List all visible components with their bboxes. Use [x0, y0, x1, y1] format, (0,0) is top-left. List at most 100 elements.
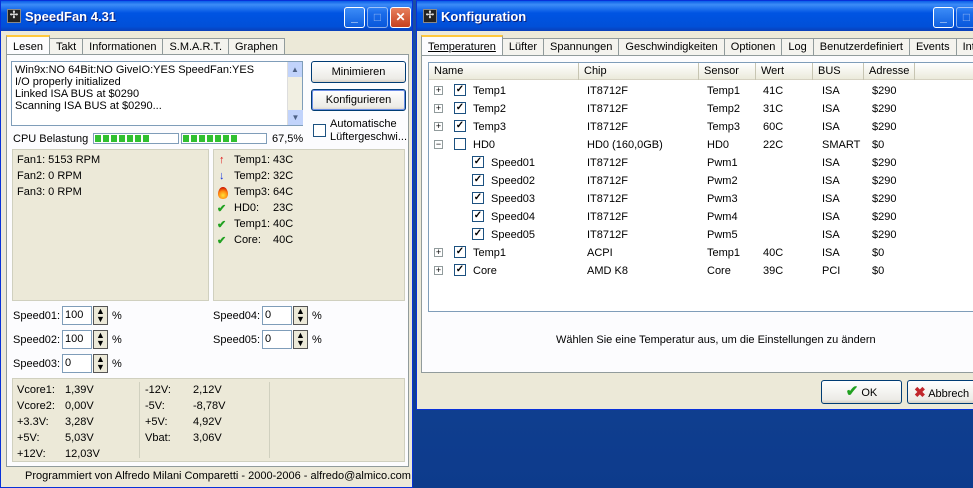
row-bus: ISA: [822, 121, 840, 133]
voltage-row: +5V: 4,92V: [145, 414, 265, 430]
row-checkbox[interactable]: [454, 138, 466, 150]
table-row[interactable]: ✓ Speed02 IT8712F Pwm2 ISA $290: [429, 172, 973, 190]
row-address: $290: [872, 157, 897, 169]
log-box[interactable]: Win9x:NO 64Bit:NO GiveIO:YES SpeedFan:YE…: [11, 61, 303, 126]
tab-geschwindigkeiten[interactable]: Geschwindigkeiten: [618, 38, 725, 56]
voltage-label: -5V:: [145, 400, 165, 412]
config-titlebar[interactable]: ✢ Konfiguration _ □: [417, 1, 973, 31]
spin-arrows-icon[interactable]: ▲ ▼: [93, 330, 108, 349]
row-chip: IT8712F: [587, 211, 628, 223]
speed-value[interactable]: 0: [262, 306, 292, 325]
speed05-stepper[interactable]: 0 ▲ ▼: [262, 330, 308, 349]
column-header-adresse[interactable]: Adresse: [864, 63, 915, 80]
table-row[interactable]: ✓ Speed05 IT8712F Pwm5 ISA $290: [429, 226, 973, 244]
expand-icon[interactable]: +: [434, 122, 443, 131]
row-checkbox[interactable]: ✓: [454, 120, 466, 132]
row-checkbox[interactable]: ✓: [454, 84, 466, 96]
row-checkbox[interactable]: ✓: [454, 264, 466, 276]
expand-icon[interactable]: +: [434, 104, 443, 113]
row-sensor: Temp1: [707, 85, 741, 97]
row-sensor: Core: [707, 265, 731, 277]
row-checkbox[interactable]: ✓: [472, 174, 484, 186]
row-bus: ISA: [822, 157, 840, 169]
tab-spannungen[interactable]: Spannungen: [543, 38, 620, 56]
row-chip: IT8712F: [587, 193, 628, 205]
table-row[interactable]: + ✓ Core AMD K8 Core 39C PCI $0: [429, 262, 973, 280]
cancel-button[interactable]: ✖ Abbrech: [907, 380, 973, 404]
sensor-tree-list[interactable]: Name Chip Sensor Wert BUS Adresse + ✓ Temp…: [428, 62, 973, 312]
column-header-wert[interactable]: Wert: [756, 63, 813, 80]
speed01-stepper[interactable]: 100 ▲ ▼: [62, 306, 108, 325]
ok-button[interactable]: ✔ OK: [821, 380, 902, 404]
speed-value[interactable]: 0: [62, 354, 92, 373]
configure-button[interactable]: Konfigurieren: [311, 89, 406, 111]
log-line: I/O properly initialized: [15, 76, 121, 88]
speed-value[interactable]: 100: [62, 306, 92, 325]
scroll-down-icon[interactable]: ▼: [288, 110, 303, 125]
expand-icon[interactable]: +: [434, 266, 443, 275]
row-value: 60C: [763, 121, 784, 133]
voltage-row: Vcore1: 1,39V: [17, 382, 137, 398]
table-row[interactable]: + ✓ Temp1 ACPI Temp1 40C ISA $0: [429, 244, 973, 262]
minimize-button[interactable]: Minimieren: [311, 61, 406, 83]
cpu-bar-segment: [111, 135, 117, 142]
scroll-up-icon[interactable]: ▲: [288, 62, 302, 77]
tab-temperaturen[interactable]: Temperaturen: [421, 35, 503, 57]
tab-luefter[interactable]: Lüfter: [501, 38, 545, 56]
column-header-sensor[interactable]: Sensor: [699, 63, 756, 80]
maximize-window-button[interactable]: □: [367, 7, 388, 28]
ok-label: OK: [861, 387, 878, 399]
row-checkbox[interactable]: ✓: [454, 102, 466, 114]
row-checkbox[interactable]: ✓: [472, 228, 484, 240]
tab-benutzerdefiniert[interactable]: Benutzerdefiniert: [812, 38, 910, 56]
speed-label: Speed02:: [13, 334, 61, 346]
log-scrollbar[interactable]: ▲ ▼: [287, 62, 303, 125]
maximize-window-button[interactable]: □: [956, 7, 973, 28]
check-icon: ✔: [845, 383, 859, 400]
spin-arrows-icon[interactable]: ▲ ▼: [93, 306, 108, 325]
table-row[interactable]: + ✓ Temp1 IT8712F Temp1 41C ISA $290: [429, 82, 973, 100]
cpu-bar-segment: [231, 135, 237, 142]
row-name: Speed05: [491, 229, 536, 241]
tab-optionen[interactable]: Optionen: [723, 38, 783, 56]
speed04-stepper[interactable]: 0 ▲ ▼: [262, 306, 308, 325]
fan-reading: Fan3: 0 RPM: [17, 186, 82, 198]
expand-icon[interactable]: +: [434, 248, 443, 257]
speed03-stepper[interactable]: 0 ▲ ▼: [62, 354, 108, 373]
spin-arrows-icon[interactable]: ▲ ▼: [293, 330, 308, 349]
table-row[interactable]: ✓ Speed01 IT8712F Pwm1 ISA $290: [429, 154, 973, 172]
row-checkbox[interactable]: ✓: [472, 156, 484, 168]
row-checkbox[interactable]: ✓: [472, 192, 484, 204]
temp-label: Temp2:: [234, 170, 271, 182]
minimize-window-button[interactable]: _: [933, 7, 954, 28]
row-name: Speed02: [491, 175, 536, 187]
table-row[interactable]: + ✓ Temp3 IT8712F Temp3 60C ISA $290: [429, 118, 973, 136]
voltage-label: +12V:: [17, 448, 46, 460]
row-name: HD0: [473, 139, 496, 151]
table-row[interactable]: − HD0 HD0 (160,0GB) HD0 22C SMART $0: [429, 136, 973, 154]
close-window-button[interactable]: ✕: [390, 7, 411, 28]
config-hint: Wählen Sie eine Temperatur aus, um die E…: [556, 334, 876, 346]
table-row[interactable]: ✓ Speed03 IT8712F Pwm3 ISA $290: [429, 190, 973, 208]
expand-icon[interactable]: +: [434, 86, 443, 95]
spin-arrows-icon[interactable]: ▲ ▼: [93, 354, 108, 373]
column-header-chip[interactable]: Chip: [579, 63, 699, 80]
column-header-name[interactable]: Name: [429, 63, 579, 80]
row-checkbox[interactable]: ✓: [472, 210, 484, 222]
table-row[interactable]: + ✓ Temp2 IT8712F Temp2 31C ISA $290: [429, 100, 973, 118]
tab-int[interactable]: Int: [955, 38, 973, 56]
speed02-stepper[interactable]: 100 ▲ ▼: [62, 330, 108, 349]
collapse-icon[interactable]: −: [434, 140, 443, 149]
speed-value[interactable]: 0: [262, 330, 292, 349]
auto-fan-checkbox[interactable]: [313, 124, 326, 137]
speed-value[interactable]: 100: [62, 330, 92, 349]
spin-arrows-icon[interactable]: ▲ ▼: [293, 306, 308, 325]
column-header-bus[interactable]: BUS: [813, 63, 864, 80]
speedfan-titlebar[interactable]: ✢ SpeedFan 4.31 _ □ ✕: [1, 1, 412, 31]
table-row[interactable]: ✓ Speed04 IT8712F Pwm4 ISA $290: [429, 208, 973, 226]
row-checkbox[interactable]: ✓: [454, 246, 466, 258]
tab-log[interactable]: Log: [781, 38, 814, 56]
tab-events[interactable]: Events: [908, 38, 957, 56]
temp-value: 23C: [273, 202, 294, 214]
minimize-window-button[interactable]: _: [344, 7, 365, 28]
